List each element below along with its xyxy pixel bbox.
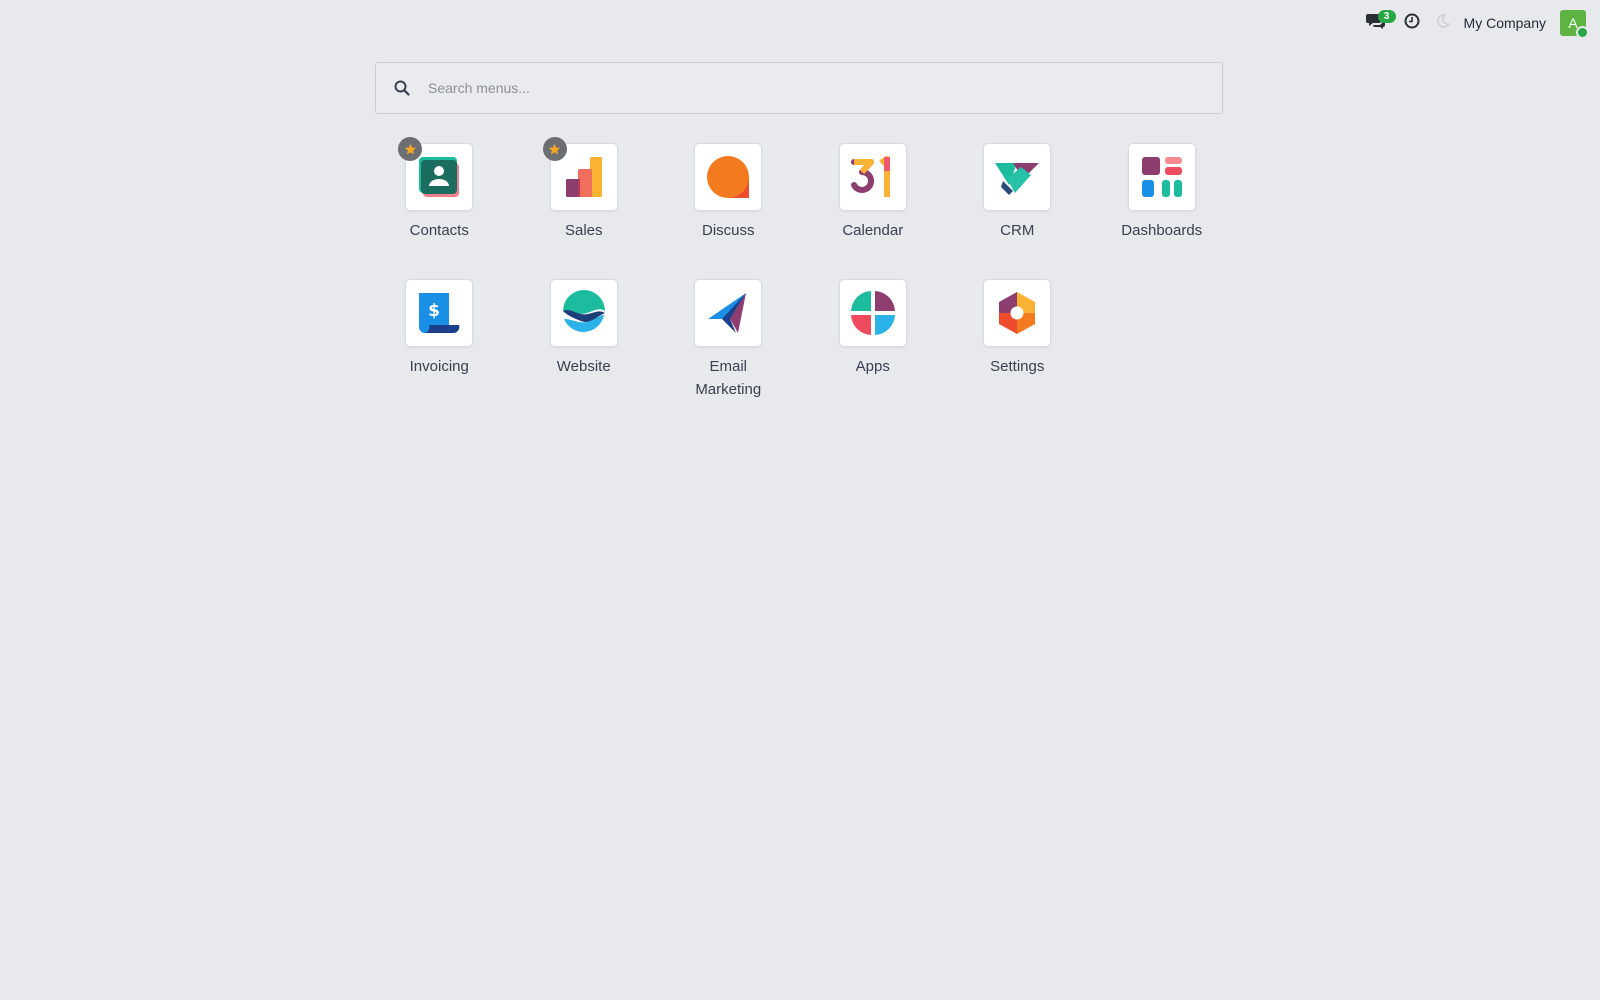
messages-button[interactable]: 3 xyxy=(1358,8,1396,38)
invoicing-icon: $ xyxy=(405,279,474,347)
app-label: Apps xyxy=(855,358,890,375)
app-label: Email Marketing xyxy=(695,358,762,398)
app-grid: Contacts Sales Discuss Calendar CRM Dash… xyxy=(367,137,1235,401)
app-label: Dashboards xyxy=(1121,222,1203,239)
activities-button[interactable] xyxy=(1394,8,1430,38)
moon-icon xyxy=(1436,13,1450,33)
app-label: Settings xyxy=(990,358,1045,375)
app-label: Discuss xyxy=(701,222,755,239)
star-icon xyxy=(404,143,416,154)
app-sales[interactable]: Sales xyxy=(512,137,657,242)
svg-text:$: $ xyxy=(428,301,440,321)
app-label: Invoicing xyxy=(409,358,469,375)
app-calendar[interactable]: Calendar xyxy=(801,143,946,242)
app-invoicing[interactable]: $ Invoicing xyxy=(367,279,512,401)
app-contacts[interactable]: Contacts xyxy=(367,137,512,242)
search-input[interactable] xyxy=(426,79,1222,97)
email-marketing-icon xyxy=(694,279,763,347)
app-label: Contacts xyxy=(409,222,469,239)
app-website[interactable]: Website xyxy=(512,279,657,401)
top-bar: 3 My Company A xyxy=(1358,8,1589,39)
app-label: CRM xyxy=(1000,222,1035,239)
app-crm[interactable]: CRM xyxy=(945,143,1090,242)
website-icon xyxy=(549,279,618,347)
app-label: Website xyxy=(556,358,611,375)
app-label: Sales xyxy=(564,222,603,239)
settings-icon xyxy=(983,279,1052,347)
clock-icon xyxy=(1404,13,1420,34)
search-bar[interactable] xyxy=(375,62,1223,114)
star-icon xyxy=(549,143,561,154)
search-icon xyxy=(394,80,414,96)
app-settings[interactable]: Settings xyxy=(945,279,1090,401)
discuss-icon xyxy=(694,143,763,211)
app-discuss[interactable]: Discuss xyxy=(656,143,801,242)
dark-mode-toggle[interactable] xyxy=(1430,8,1456,38)
calendar-icon xyxy=(838,143,907,211)
crm-icon xyxy=(983,143,1052,211)
user-avatar[interactable]: A xyxy=(1560,10,1589,39)
message-count-badge: 3 xyxy=(1377,10,1396,23)
favorite-star-badge[interactable] xyxy=(542,137,567,161)
apps-icon xyxy=(838,279,907,347)
app-email-marketing[interactable]: Email Marketing xyxy=(656,279,801,401)
app-apps[interactable]: Apps xyxy=(801,279,946,401)
app-label: Calendar xyxy=(842,222,904,239)
online-status-indicator xyxy=(1576,26,1589,39)
dashboards-icon xyxy=(1127,143,1196,211)
app-dashboards[interactable]: Dashboards xyxy=(1090,143,1235,242)
company-switcher[interactable]: My Company xyxy=(1464,8,1546,38)
